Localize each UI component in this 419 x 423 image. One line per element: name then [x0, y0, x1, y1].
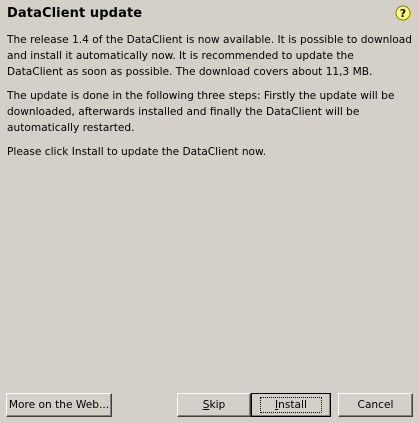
skip-button[interactable]: Skip — [177, 393, 251, 417]
install-instruction-text: Please click Install to update the DataC… — [7, 146, 267, 158]
release-info-text: The release 1.4 of the DataClient is now… — [7, 34, 412, 78]
update-dialog: DataClient update ? The release 1.4 of t… — [0, 0, 419, 423]
cancel-label: Cancel — [357, 399, 394, 411]
question-help-icon[interactable]: ? — [395, 5, 411, 21]
more-on-web-label: More on the Web... — [8, 399, 110, 411]
more-on-web-button[interactable]: More on the Web... — [6, 393, 112, 417]
svg-text:?: ? — [400, 7, 406, 20]
skip-label: Skip — [202, 399, 226, 411]
update-steps-text: The update is done in the following thre… — [7, 90, 395, 134]
install-button[interactable]: Install — [251, 393, 331, 417]
cancel-button[interactable]: Cancel — [338, 393, 413, 417]
dialog-title: DataClient update — [7, 6, 143, 21]
install-label: Install — [260, 397, 322, 413]
